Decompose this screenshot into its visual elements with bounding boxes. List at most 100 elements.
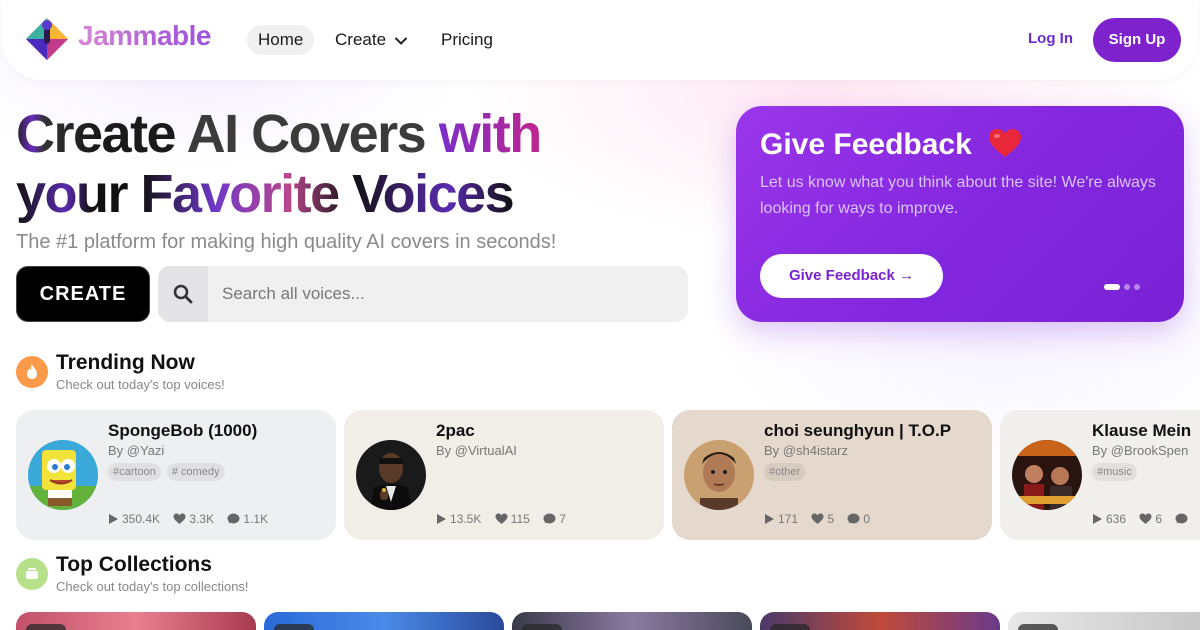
nav-create-label: Create [335,30,387,49]
hero-word-voices: Voices [352,164,515,224]
voice-avatar [28,440,98,510]
like-count: 3.3K [173,512,214,526]
trending-subtitle: Check out today's top voices! [56,377,225,392]
search-input[interactable] [222,266,662,322]
collection-badge [274,624,314,630]
hero-word-your: your [16,164,141,224]
comment-icon [543,513,556,524]
voice-name: SpongeBob (1000) [108,421,258,440]
voice-author[interactable]: By @Yazi [108,443,164,458]
hero-word-favorite: Favorite [140,164,353,224]
comment-count: 0 [847,512,870,526]
heart-icon [811,513,824,524]
comment-icon [1175,513,1188,524]
heart-icon [495,513,508,524]
collections-subtitle: Check out today's top collections! [56,579,249,594]
collection-badge [1018,624,1058,630]
voice-avatar [684,440,754,510]
voice-card[interactable]: Klause Mein By @BrookSpen #music 636 6 [1000,410,1200,540]
voice-search-bar[interactable] [158,266,688,322]
feedback-title-text: Give Feedback [760,128,972,161]
hero-title: Create AI Covers with your Favorite Voic… [16,104,706,224]
carousel-dot[interactable] [1134,284,1140,290]
comment-count-value: 1.1K [243,512,269,526]
carousel-dots [1104,284,1140,290]
create-button[interactable]: CREATE [16,266,150,322]
comment-count: 1.1K [227,512,268,526]
login-link[interactable]: Log In [1028,30,1073,47]
hero-subtitle: The #1 platform for making high quality … [16,231,557,253]
voice-stats: 636 6 [1092,512,1200,526]
voice-tags: #music [1092,462,1143,481]
collection-card[interactable] [760,612,1000,630]
voice-stats: 171 5 0 [764,512,880,526]
voice-tags: #other [764,462,811,481]
play-count-value: 13.5K [450,512,482,526]
voice-card[interactable]: choi seunghyun | T.O.P By @sh4istarz #ot… [672,410,992,540]
signup-button[interactable]: Sign Up [1093,18,1181,62]
jammable-logo-icon[interactable] [24,16,70,62]
search-icon [173,284,193,304]
play-count: 13.5K [436,512,481,526]
voice-name: 2pac [436,421,475,440]
comment-count: 7 [543,512,566,526]
voice-avatar [356,440,426,510]
comment-count-value: 0 [863,512,871,526]
voice-stats: 350.4K 3.3K 1.1K [108,512,278,526]
chevron-down-icon [394,37,407,45]
like-count-value: 115 [510,512,530,526]
voice-author[interactable]: By @VirtualAI [436,443,517,458]
voice-tag[interactable]: # comedy [166,463,225,481]
collection-card[interactable] [16,612,256,630]
like-count: 115 [495,512,530,526]
play-count: 636 [1092,512,1126,526]
collections-icon [16,558,48,590]
voice-author[interactable]: By @sh4istarz [764,443,848,458]
carousel-dot-active[interactable] [1104,284,1120,290]
nav-home-link[interactable]: Home [247,25,315,55]
feedback-description: Let us know what you think about the sit… [760,174,1156,217]
feedback-banner: Give Feedback Let us know what you think… [736,106,1184,322]
comment-icon [227,513,240,524]
collection-badge [770,624,810,630]
voice-card[interactable]: 2pac By @VirtualAI 13.5K 115 7 [344,410,664,540]
comment-count-value: 7 [559,512,566,526]
like-count: 5 [811,512,834,526]
voice-tag[interactable]: #other [764,463,806,481]
play-count-value: 636 [1106,512,1127,526]
top-navbar: Jammable Home Create Pricing Log In Sign… [2,0,1198,80]
voice-tags: #cartoon # comedy [108,462,231,481]
trending-fire-icon [16,356,48,388]
hero-words-ai-covers: AI Covers [175,104,439,164]
play-count: 350.4K [108,512,160,526]
collection-badge [522,624,562,630]
like-count-value: 3.3K [189,512,215,526]
voice-tag[interactable]: #cartoon [108,463,161,481]
like-count-value: 5 [827,512,835,526]
voice-name: Klause Mein [1092,421,1192,440]
collection-badge [26,624,66,630]
hero-word-with: with [438,104,542,164]
heart-icon [989,129,1022,157]
comment-count [1175,512,1191,526]
voice-card[interactable]: SpongeBob (1000) By @Yazi #cartoon # come… [16,410,336,540]
comment-icon [847,513,860,524]
trending-title: Trending Now [56,351,195,374]
collections-title: Top Collections [56,553,212,576]
voice-tag[interactable]: #music [1092,463,1137,481]
feedback-title: Give Feedback [760,128,1022,162]
carousel-dot[interactable] [1124,284,1130,290]
voice-author[interactable]: By @BrookSpen [1092,443,1188,458]
play-icon [109,514,118,524]
collection-card[interactable] [264,612,504,630]
heart-icon [173,513,186,524]
nav-create-menu[interactable]: Create [324,25,418,55]
collection-card[interactable] [512,612,752,630]
search-button[interactable] [158,266,208,322]
collection-card[interactable] [1008,612,1200,630]
brand-name[interactable]: Jammable [78,20,211,52]
play-icon [1093,514,1102,524]
heart-icon [1139,513,1152,524]
give-feedback-button[interactable]: Give Feedback → [760,254,943,298]
nav-pricing-link[interactable]: Pricing [430,25,504,55]
